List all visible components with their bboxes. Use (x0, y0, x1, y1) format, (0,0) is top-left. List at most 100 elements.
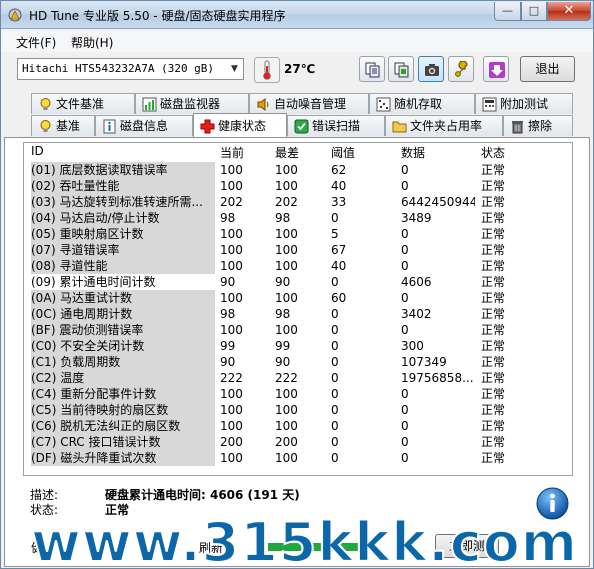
options-button[interactable] (448, 56, 474, 82)
table-row[interactable]: (C1) 负载周期数 90 90 0 107349 正常 (27, 354, 573, 370)
cell-threshold: 0 (331, 451, 339, 465)
table-row[interactable]: (C0) 不安全关闭计数 99 99 0 300 正常 (27, 338, 573, 354)
column-header-worst[interactable]: 最差 (275, 144, 299, 160)
cell-current: 98 (220, 211, 236, 225)
cell-status: 正常 (481, 435, 506, 449)
menu-help[interactable]: 帮助(H) (71, 34, 113, 51)
table-row[interactable]: (01) 底层数据读取错误率 100 100 62 0 正常 (27, 162, 573, 178)
table-row[interactable]: (C7) CRC 接口错误计数 200 200 0 0 正常 (27, 434, 573, 450)
tab-file-benchmark[interactable]: 文件基准 (31, 93, 135, 114)
column-header-current[interactable]: 当前 (220, 144, 244, 160)
table-row[interactable]: (09) 累计通电时间计数 90 90 0 4606 正常 (27, 274, 573, 290)
tab-folder-usage[interactable]: 文件夹占用率 (385, 115, 503, 136)
column-header-data[interactable]: 数据 (401, 144, 425, 160)
copy-button[interactable] (359, 56, 385, 82)
save-button[interactable] (483, 56, 509, 82)
table-row[interactable]: (02) 吞吐量性能 100 100 40 0 正常 (27, 178, 573, 194)
calculator-icon (482, 97, 497, 112)
cell-threshold: 0 (331, 419, 339, 433)
cell-id: (04) 马达启动/停止计数 (31, 210, 215, 226)
column-header-threshold[interactable]: 阈值 (331, 144, 355, 160)
cell-data: 0 (401, 227, 409, 241)
cell-current: 202 (220, 195, 243, 209)
info-document-icon (103, 119, 116, 134)
tab-noise-management[interactable]: 自动噪音管理 (249, 93, 369, 114)
folder-icon (392, 121, 407, 133)
table-row[interactable]: (0A) 马达重试计数 100 100 60 0 正常 (27, 290, 573, 306)
cell-worst: 100 (275, 179, 298, 193)
tab-disk-monitor[interactable]: 磁盘监视器 (135, 93, 249, 114)
cell-current: 100 (220, 259, 243, 273)
cell-threshold: 33 (331, 195, 347, 209)
table-row[interactable]: (C2) 温度 222 222 0 19756858... 正常 (27, 370, 573, 386)
column-header-id[interactable]: ID (31, 144, 44, 160)
tab-extra-tests[interactable]: 附加测试 (475, 93, 573, 114)
screenshot-button[interactable] (418, 56, 444, 82)
light-bulb-icon (40, 120, 51, 132)
title-bar[interactable]: HD Tune 专业版 5.50 - 硬盘/固态硬盘实用程序 — □ ✕ (1, 1, 593, 29)
scan-icon (294, 119, 309, 134)
tab-label: 文件基准 (56, 97, 105, 111)
cell-threshold: 0 (331, 323, 339, 337)
red-cross-icon (200, 119, 215, 134)
cell-current: 100 (220, 179, 243, 193)
tab-health[interactable]: 健康状态 (193, 113, 287, 137)
drive-select[interactable]: Hitachi HTS543232A7A (320 gB) ▼ (17, 58, 244, 80)
cell-data: 4606 (401, 275, 432, 289)
chevron-down-icon[interactable]: ▼ (226, 59, 243, 79)
table-row[interactable]: (DF) 磁头升降重试次数 100 100 0 0 正常 (27, 450, 573, 466)
exit-button[interactable]: 退出 (520, 56, 575, 82)
cell-worst: 98 (275, 211, 291, 225)
tab-error-scan[interactable]: 错误扫描 (287, 115, 385, 136)
tab-disk-info[interactable]: 磁盘信息 (95, 115, 193, 136)
cell-data: 0 (401, 243, 409, 257)
toolbar: Hitachi HTS543232A7A (320 gB) ▼ 27℃ 退出 (1, 52, 593, 90)
tab-label: 基准 (56, 119, 81, 133)
tab-benchmark[interactable]: 基准 (31, 115, 95, 136)
description-value: 硬盘累计通电时间: 4606 (191 天) (105, 488, 300, 502)
cell-threshold: 60 (331, 291, 347, 305)
cell-status: 正常 (481, 195, 506, 209)
table-row[interactable]: (C5) 当前待映射的扇区数 100 100 0 0 正常 (27, 402, 573, 418)
cell-worst: 100 (275, 227, 298, 241)
cell-worst: 222 (275, 371, 298, 385)
grid-icon (376, 97, 391, 112)
table-row[interactable]: (07) 寻道错误率 100 100 67 0 正常 (27, 242, 573, 258)
cell-current: 98 (220, 307, 236, 321)
cell-threshold: 0 (331, 339, 339, 353)
column-header-status[interactable]: 状态 (481, 144, 505, 160)
bar-graph-icon (142, 97, 157, 112)
menu-file[interactable]: 文件(F) (16, 34, 56, 51)
cell-id: (C5) 当前待映射的扇区数 (31, 402, 215, 418)
cell-id: (C6) 脱机无法纠正的扇区数 (31, 418, 215, 434)
cell-status: 正常 (481, 339, 506, 353)
table-row[interactable]: (03) 马达旋转到标准转速所需... 202 202 33 64424509441 正常 (27, 194, 573, 210)
wrench-icon (455, 61, 468, 77)
cell-id: (C1) 负载周期数 (31, 354, 215, 370)
table-row[interactable]: (04) 马达启动/停止计数 98 98 0 3489 正常 (27, 210, 573, 226)
table-row[interactable]: (C4) 重新分配事件计数 100 100 0 0 正常 (27, 386, 573, 402)
copy-all-button[interactable] (388, 56, 414, 82)
cell-threshold: 67 (331, 243, 347, 257)
table-row[interactable]: (BF) 震动侦测错误率 100 100 0 0 正常 (27, 322, 573, 338)
tab-random-access[interactable]: 随机存取 (369, 93, 475, 114)
table-row[interactable]: (C6) 脱机无法纠正的扇区数 100 100 0 0 正常 (27, 418, 573, 434)
cell-threshold: 0 (331, 371, 339, 385)
cell-current: 222 (220, 371, 243, 385)
cell-current: 100 (220, 451, 243, 465)
window-title: HD Tune 专业版 5.50 - 硬盘/固态硬盘实用程序 (29, 9, 286, 23)
maximize-button[interactable]: □ (521, 2, 547, 21)
minimize-button[interactable]: — (494, 2, 521, 21)
cell-data: 0 (401, 259, 409, 273)
tab-erase[interactable]: 擦除 (503, 115, 573, 136)
cell-status: 正常 (481, 323, 506, 337)
table-row[interactable]: (08) 寻道性能 100 100 40 0 正常 (27, 258, 573, 274)
cell-id: (0A) 马达重试计数 (31, 290, 215, 306)
download-arrow-icon (489, 62, 505, 78)
hdtune-logo-icon (8, 8, 22, 22)
table-row[interactable]: (05) 重映射扇区计数 100 100 5 0 正常 (27, 226, 573, 242)
cell-data: 300 (401, 339, 424, 353)
table-row[interactable]: (0C) 通电周期计数 98 98 0 3402 正常 (27, 306, 573, 322)
cell-id: (C4) 重新分配事件计数 (31, 386, 215, 402)
close-button[interactable]: ✕ (547, 2, 591, 21)
